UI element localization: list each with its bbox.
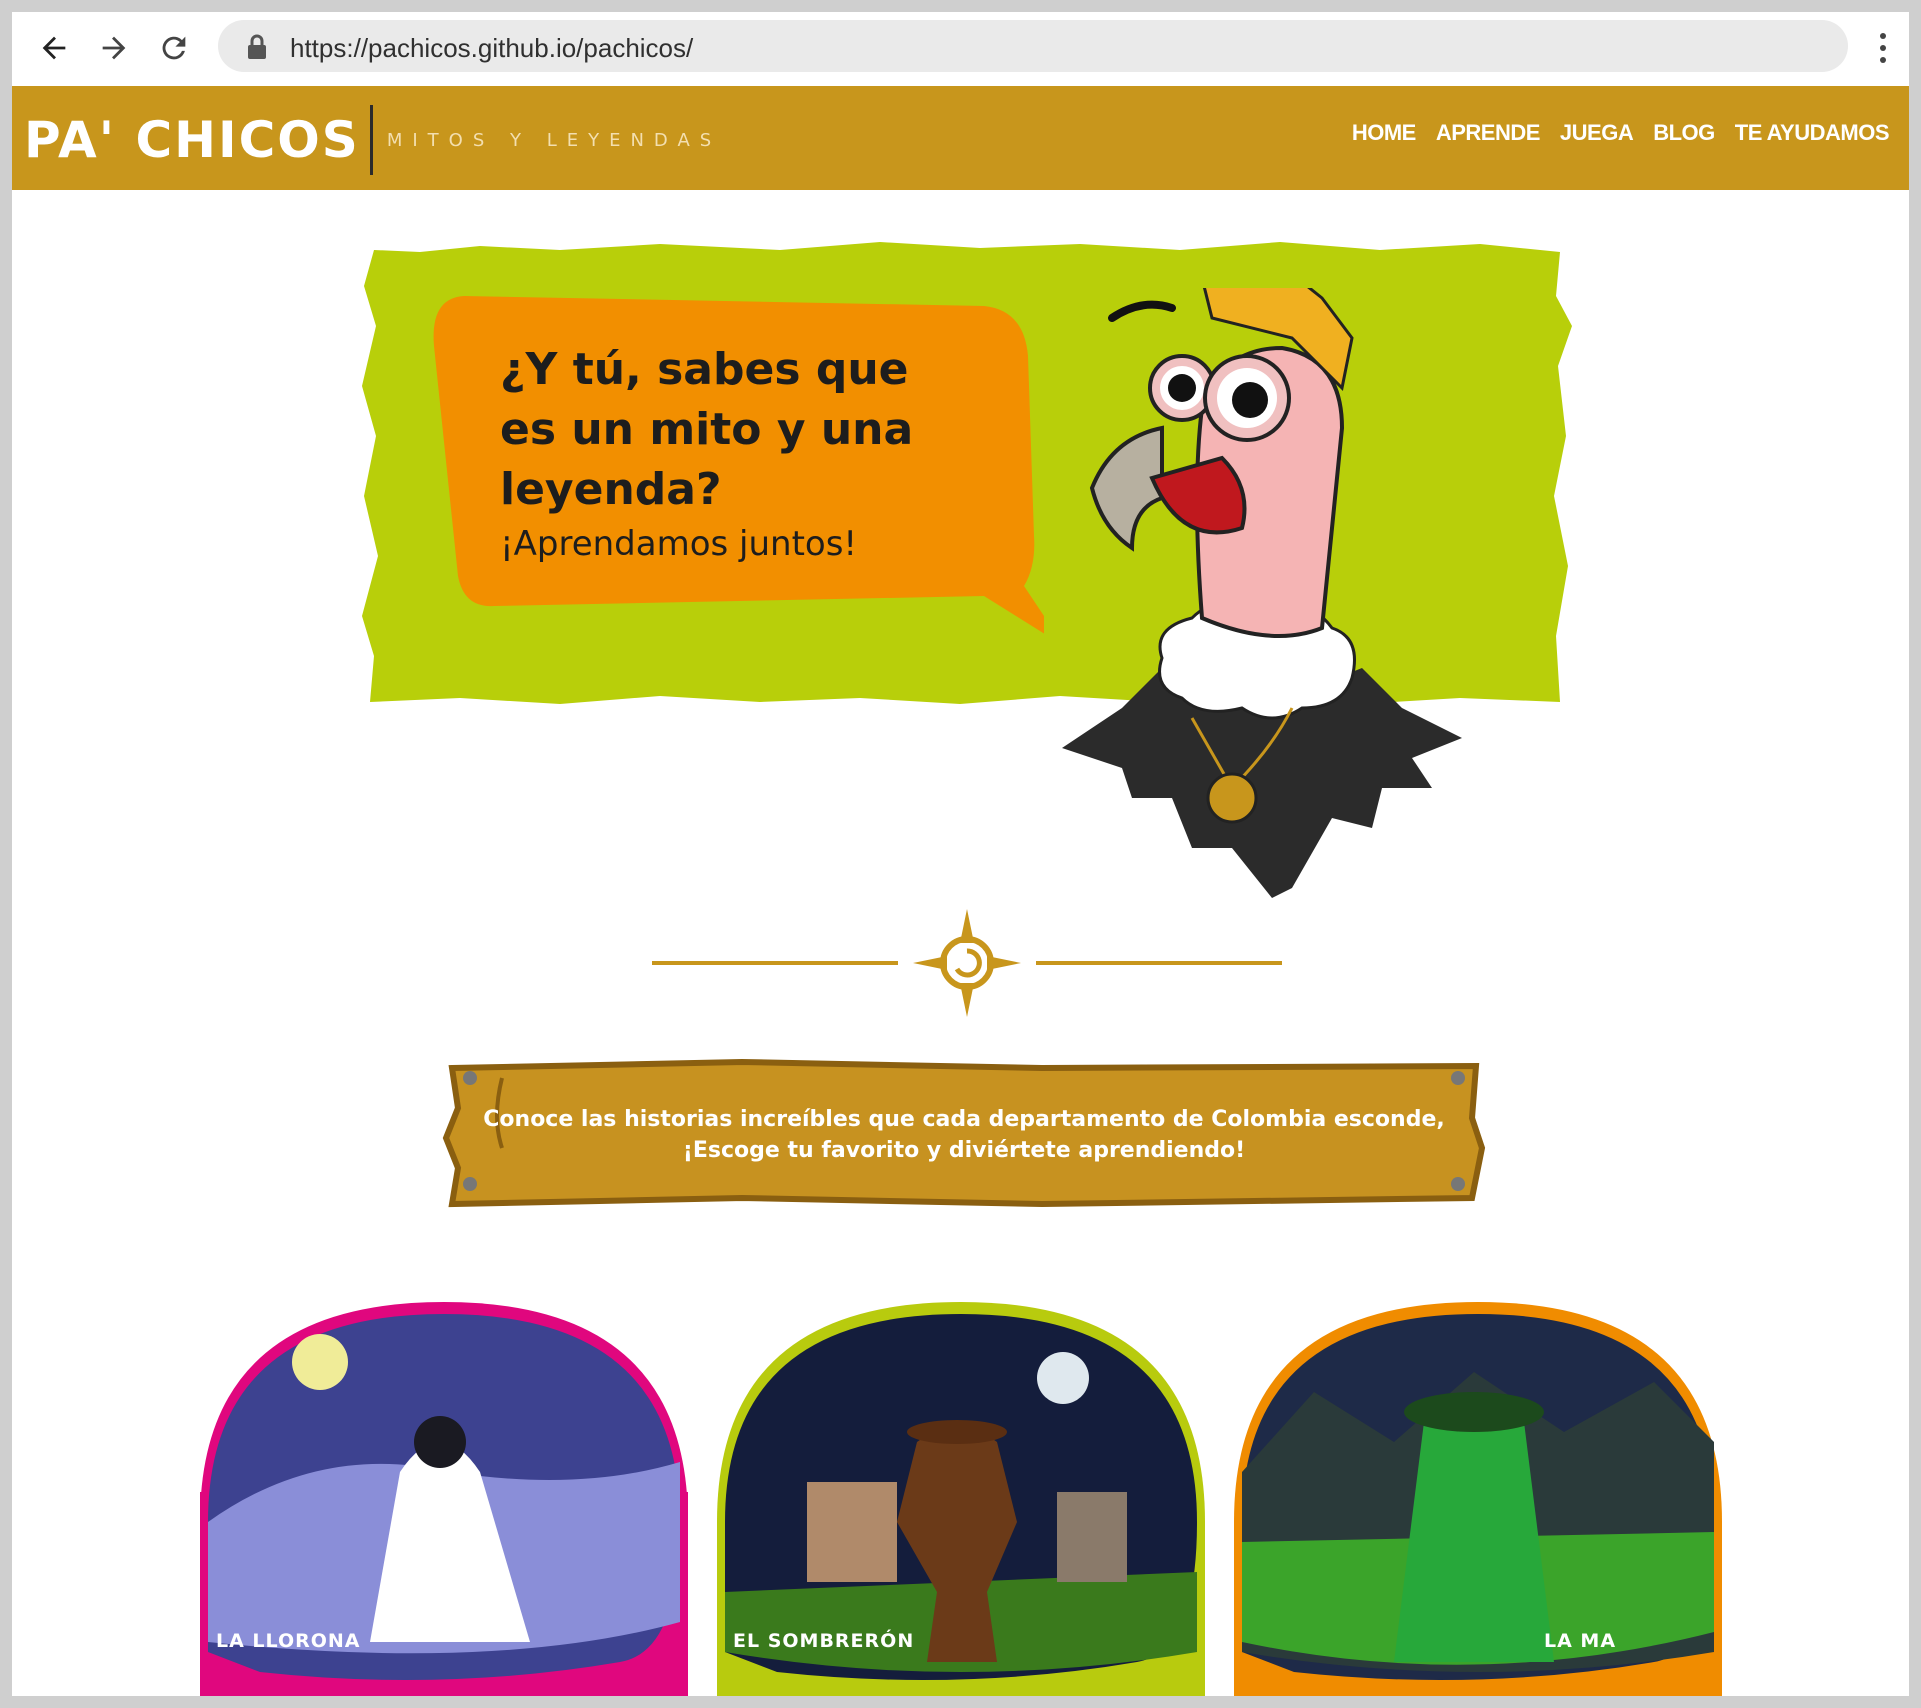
card-label: LA MA: [1544, 1630, 1617, 1652]
nav-aprende[interactable]: APRENDE: [1436, 120, 1541, 146]
reload-icon: [162, 36, 186, 60]
wood-sign-text: Conoce las historias increíbles que cada…: [442, 1104, 1486, 1166]
nav-blog[interactable]: BLOG: [1653, 120, 1715, 146]
forward-button[interactable]: [94, 28, 134, 68]
sun-icon: [913, 909, 1021, 1017]
site-logo[interactable]: PA' CHICOS MITOS Y LEYENDAS: [24, 100, 721, 180]
browser-toolbar: https://pachicos.github.io/pachicos/: [12, 12, 1909, 86]
main-nav: HOME APRENDE JUEGA BLOG TE AYUDAMOS: [1352, 120, 1890, 146]
la-madremonte-illustration: [1234, 1302, 1722, 1696]
arrow-left-icon: [42, 36, 66, 60]
condor-mascot-image: [1062, 288, 1462, 898]
hero-subtitle: ¡Aprendamos juntos!: [500, 524, 858, 564]
card-la-madremonte[interactable]: LA MA: [1234, 1292, 1722, 1696]
logo-tagline: MITOS Y LEYENDAS: [386, 129, 722, 151]
url-text: https://pachicos.github.io/pachicos/: [290, 33, 694, 63]
card-label: EL SOMBRERÓN: [733, 1630, 915, 1652]
nav-te-ayudamos[interactable]: TE AYUDAMOS: [1735, 120, 1890, 146]
wood-sign-line1: Conoce las historias increíbles que cada…: [483, 1107, 1445, 1132]
logo-text: PA' CHICOS: [24, 111, 360, 169]
address-bar[interactable]: https://pachicos.github.io/pachicos/: [218, 20, 1848, 72]
card-label: LA LLORONA: [216, 1630, 361, 1652]
sun-divider: [652, 909, 1282, 1017]
browser-window: https://pachicos.github.io/pachicos/ PA'…: [12, 12, 1909, 1696]
arrow-right-icon: [102, 36, 126, 60]
wood-sign-line2: ¡Escoge tu favorito y diviértete aprendi…: [682, 1138, 1246, 1163]
nav-home[interactable]: HOME: [1352, 120, 1417, 146]
lock-icon: [248, 34, 266, 59]
nav-juega[interactable]: JUEGA: [1560, 120, 1634, 146]
back-button[interactable]: [34, 28, 74, 68]
site-header: PA' CHICOS MITOS Y LEYENDAS HOME APRENDE…: [12, 86, 1909, 190]
card-el-sombreron[interactable]: EL SOMBRERÓN: [717, 1292, 1205, 1696]
logo-separator: [369, 105, 373, 175]
more-options-icon[interactable]: [1873, 30, 1893, 66]
hero-title: ¿Y tú, sabes que es un mito y una leyend…: [500, 344, 914, 515]
card-la-llorona[interactable]: LA LLORONA: [200, 1292, 688, 1696]
reload-button[interactable]: [154, 28, 194, 68]
